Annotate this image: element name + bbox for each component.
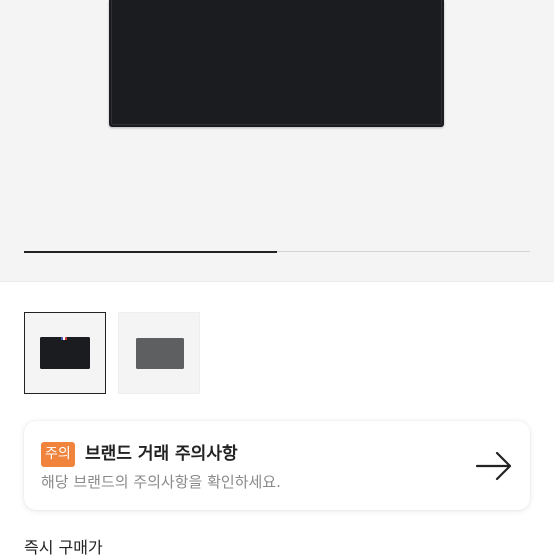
section-divider [0, 281, 554, 282]
thumbnail-black[interactable] [24, 312, 106, 394]
instant-buy-price-title: 즉시 구매가 [24, 538, 103, 557]
brand-notice-card[interactable]: 주의 브랜드 거래 주의사항 해당 브랜드의 주의사항을 확인하세요. [24, 421, 530, 510]
carousel-progress-bar [24, 250, 530, 253]
caution-badge: 주의 [41, 442, 75, 467]
product-image-carousel[interactable] [0, 0, 554, 281]
notice-description: 해당 브랜드의 주의사항을 확인하세요. [41, 473, 281, 491]
product-image [109, 0, 444, 127]
thumbnail-grey[interactable] [118, 312, 200, 394]
thumbnail-black-image [40, 337, 90, 369]
stripe-tab-icon [61, 337, 67, 340]
thumbnail-grey-image [136, 338, 184, 369]
arrow-right-icon[interactable] [475, 451, 513, 481]
carousel-progress-fill [24, 250, 277, 253]
notice-title: 브랜드 거래 주의사항 [85, 444, 238, 464]
